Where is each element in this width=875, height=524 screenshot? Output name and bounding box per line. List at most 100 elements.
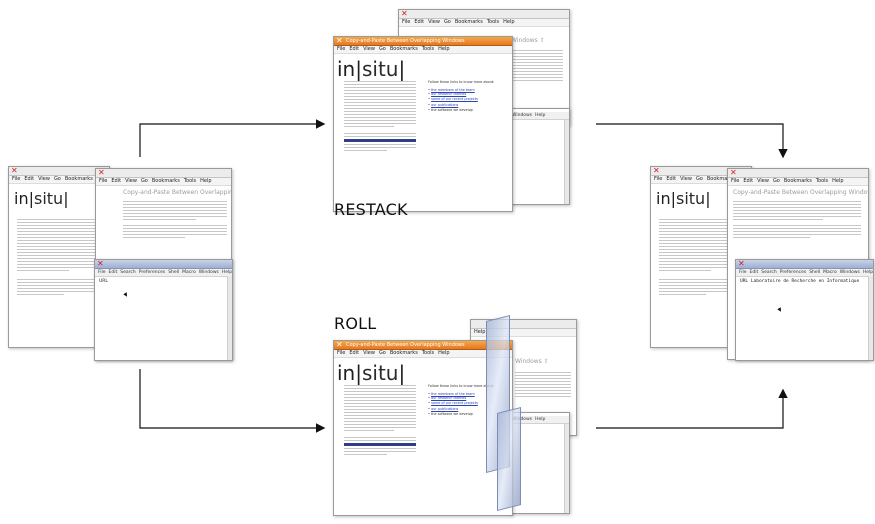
menu-bookmarks[interactable]: Bookmarks — [390, 350, 418, 356]
menu-help[interactable]: Help — [832, 178, 843, 184]
menu-preferences[interactable]: Preferences — [780, 270, 806, 275]
insitu-logo: in|situ| — [656, 189, 711, 208]
page-heading: Windows ⇧ — [511, 37, 545, 44]
link-projects[interactable]: some of our recent projects — [431, 97, 478, 101]
side-intro: Follow these links to know more about: — [428, 80, 495, 84]
link-members[interactable]: the members of the team — [431, 88, 475, 92]
mouse-cursor-icon — [777, 307, 783, 313]
scrollbar[interactable] — [564, 120, 569, 204]
link-publications[interactable]: our publications — [431, 407, 458, 411]
menu-macro[interactable]: Macro — [823, 270, 837, 275]
close-icon[interactable]: ✕ — [336, 37, 343, 45]
link-software[interactable]: the software we develop — [431, 412, 473, 416]
menu-shell[interactable]: Shell — [809, 270, 820, 275]
menu-bookmarks[interactable]: Bookmarks — [390, 46, 418, 52]
link-projects[interactable]: some of our recent projects — [431, 401, 478, 405]
editor-url-field[interactable]: URL Laboratoire de Recherche en Informat… — [740, 279, 859, 284]
menu-help[interactable]: Help — [535, 113, 545, 118]
titlebar[interactable]: ✕ — [399, 10, 569, 19]
close-icon[interactable]: ✕ — [401, 10, 408, 18]
close-icon[interactable]: ✕ — [730, 169, 737, 177]
close-icon[interactable]: ✕ — [653, 167, 660, 175]
menu-bar: File Edit View Go Bookmarks Tools Help — [334, 46, 512, 54]
menu-search[interactable]: Search — [761, 270, 776, 275]
arrow-to-restack — [139, 119, 326, 157]
menu-bookmarks[interactable]: Bookmarks — [455, 19, 483, 25]
menu-bar: File Edit View Go Bookmarks Tools Help — [399, 19, 569, 27]
menu-go[interactable]: Go — [696, 176, 703, 182]
figure: { "labels": { "restack": "RESTACK", "rol… — [0, 0, 875, 524]
menu-help[interactable]: Help — [438, 46, 449, 52]
menu-tools[interactable]: Tools — [422, 46, 434, 52]
menu-help[interactable]: Help — [863, 270, 873, 275]
insitu-logo: in|situ| — [337, 361, 406, 385]
menu-file[interactable]: File — [337, 46, 345, 52]
menu-edit[interactable]: Edit — [743, 178, 753, 184]
menu-help[interactable]: Help — [503, 19, 514, 25]
roll-label: ROLL — [334, 314, 377, 333]
menu-edit[interactable]: Edit — [349, 350, 359, 356]
menu-go[interactable]: Go — [379, 350, 386, 356]
editor-menu-bar: File Edit Search Preferences Shell Macro Windo… — [736, 269, 873, 277]
restack-editor-window: Windows Help — [508, 108, 570, 205]
side-intro: Follow these links to know more about: — [428, 384, 495, 388]
arrow-restack-to-result — [596, 123, 788, 159]
body-text — [733, 201, 861, 240]
arrow-to-roll — [139, 369, 326, 433]
link-research[interactable]: our research themes — [431, 92, 466, 96]
menu-edit[interactable]: Edit — [666, 176, 676, 182]
menu-go[interactable]: Go — [444, 19, 451, 25]
side-links: Follow these links to know more about: t… — [428, 384, 494, 417]
titlebar-active[interactable]: ✕ Copy-and-Paste Between Overlapping Wind… — [334, 37, 512, 46]
close-icon[interactable]: ✕ — [336, 341, 343, 349]
close-icon[interactable]: ✕ — [738, 260, 745, 268]
menu-file[interactable]: File — [739, 270, 747, 275]
menu-go[interactable]: Go — [379, 46, 386, 52]
menu-file[interactable]: File — [402, 19, 410, 25]
menu-windows[interactable]: Windows — [512, 113, 532, 118]
menu-file[interactable]: File — [337, 350, 345, 356]
titlebar[interactable]: ✕ — [728, 169, 868, 178]
scrollbar[interactable] — [564, 424, 569, 513]
body-text — [511, 50, 563, 83]
menu-bar: File Edit View Go Bookmarks Tools Help — [728, 178, 868, 186]
body-text — [344, 385, 416, 457]
link-software[interactable]: the software we develop — [431, 108, 473, 112]
body-text — [515, 372, 571, 399]
menu-tools[interactable]: Tools — [422, 350, 434, 356]
menu-windows[interactable]: Windows — [840, 270, 860, 275]
editor-menu-bar: Windows Help — [509, 112, 569, 120]
menu-go[interactable]: Go — [773, 178, 780, 184]
menu-help[interactable]: Help — [535, 417, 545, 422]
page-heading: Copy-and-Paste Between Overlapping Windo… — [733, 189, 869, 196]
restack-label: RESTACK — [334, 200, 408, 219]
arrow-roll-to-result — [596, 388, 788, 429]
menu-bookmarks[interactable]: Bookmarks — [784, 178, 812, 184]
menu-edit[interactable]: Edit — [414, 19, 424, 25]
menu-view[interactable]: View — [680, 176, 692, 182]
side-links: Follow these links to know more about: t… — [428, 80, 494, 113]
restack-front-window: ✕ Copy-and-Paste Between Overlapping Wind… — [333, 36, 513, 212]
menu-view[interactable]: View — [363, 46, 375, 52]
menu-edit[interactable]: Edit — [349, 46, 359, 52]
rolled-editor-slab[interactable] — [497, 407, 521, 511]
menu-tools[interactable]: Tools — [816, 178, 828, 184]
menu-file[interactable]: File — [731, 178, 739, 184]
link-research[interactable]: our research themes — [431, 396, 466, 400]
scrollbar[interactable] — [868, 276, 873, 360]
link-members[interactable]: the members of the team — [431, 392, 475, 396]
result-editor-window: ✕ File Edit Search Preferences Shell Macro Win… — [735, 259, 874, 361]
menu-view[interactable]: View — [428, 19, 440, 25]
insitu-logo: in|situ| — [337, 57, 406, 81]
menu-file[interactable]: File — [654, 176, 662, 182]
page-heading: Windows ⇧ — [515, 358, 549, 365]
menu-tools[interactable]: Tools — [487, 19, 499, 25]
window-title: Copy-and-Paste Between Overlapping Windo… — [346, 342, 465, 348]
menu-edit[interactable]: Edit — [750, 270, 759, 275]
titlebar[interactable]: ✕ — [736, 260, 873, 269]
menu-help[interactable]: Help — [438, 350, 449, 356]
link-publications[interactable]: our publications — [431, 103, 458, 107]
menu-help[interactable]: Help — [474, 329, 485, 335]
menu-view[interactable]: View — [757, 178, 769, 184]
menu-view[interactable]: View — [363, 350, 375, 356]
